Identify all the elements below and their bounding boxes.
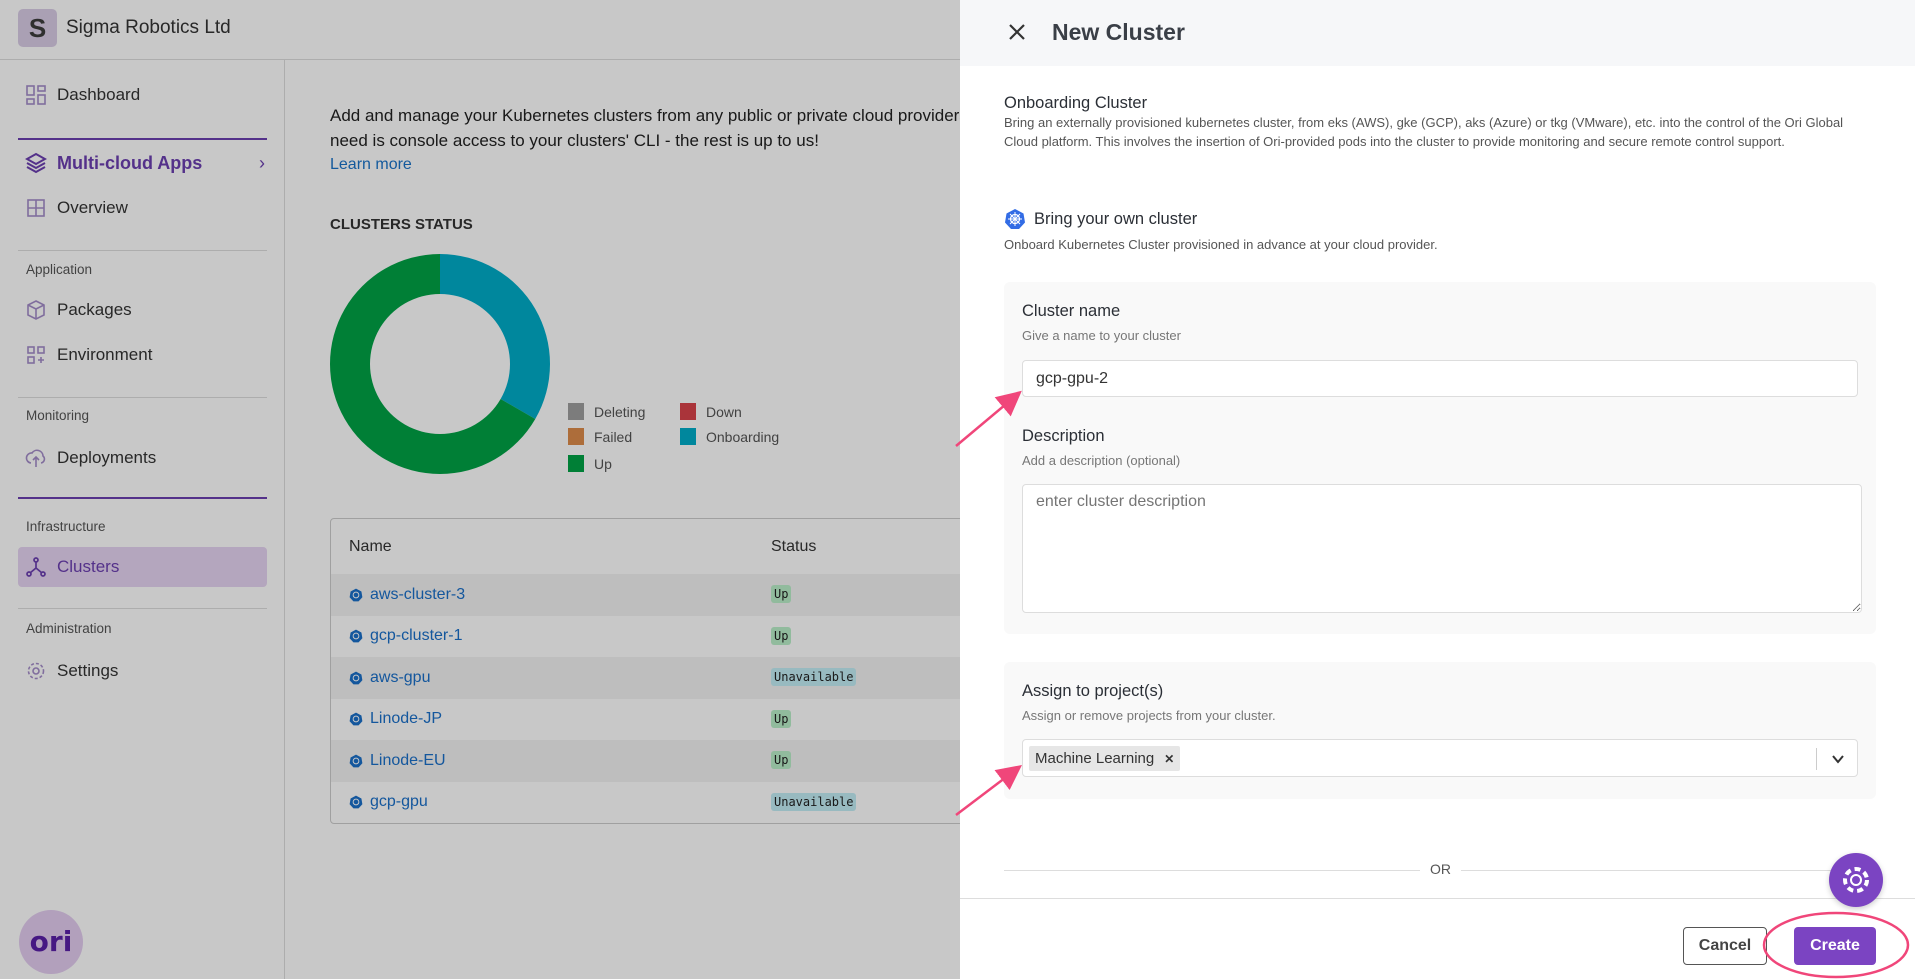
- cluster-details-section: Cluster name Give a name to your cluster…: [1004, 282, 1876, 634]
- description-help: Add a description (optional): [1022, 453, 1181, 468]
- project-tag-label: Machine Learning: [1035, 750, 1155, 767]
- chevron-down-icon[interactable]: [1831, 752, 1845, 766]
- description-label: Description: [1022, 427, 1105, 445]
- new-cluster-panel: New Cluster Onboarding Cluster Bring an …: [960, 0, 1915, 979]
- onboarding-description: Bring an externally provisioned kubernet…: [1004, 115, 1844, 149]
- create-button[interactable]: Create: [1794, 927, 1876, 965]
- or-label: OR: [1420, 861, 1461, 877]
- cluster-name-help: Give a name to your cluster: [1022, 328, 1181, 343]
- byo-description: Onboard Kubernetes Cluster provisioned i…: [1004, 237, 1438, 252]
- panel-title: New Cluster: [1052, 19, 1185, 45]
- projects-help: Assign or remove projects from your clus…: [1022, 708, 1276, 723]
- remove-tag-icon[interactable]: ✕: [1164, 752, 1174, 766]
- close-icon[interactable]: [1004, 19, 1030, 45]
- footer-divider: [960, 898, 1915, 899]
- description-textarea[interactable]: [1022, 484, 1862, 613]
- panel-header: New Cluster: [960, 0, 1915, 66]
- cluster-name-label: Cluster name: [1022, 302, 1121, 320]
- byo-title: Bring your own cluster: [1034, 210, 1198, 228]
- cancel-button[interactable]: Cancel: [1683, 927, 1767, 965]
- kubernetes-icon: [1005, 209, 1025, 229]
- select-separator: [1816, 748, 1817, 770]
- onboarding-title: Onboarding Cluster: [1004, 94, 1148, 112]
- support-button[interactable]: [1829, 853, 1883, 907]
- modal-backdrop[interactable]: [0, 0, 960, 979]
- projects-section: Assign to project(s) Assign or remove pr…: [1004, 662, 1876, 799]
- projects-multiselect[interactable]: Machine Learning ✕: [1022, 739, 1858, 777]
- cluster-name-input[interactable]: gcp-gpu-2: [1022, 360, 1858, 397]
- project-tag: Machine Learning ✕: [1029, 746, 1181, 771]
- projects-label: Assign to project(s): [1022, 682, 1164, 700]
- lifebuoy-icon: [1843, 867, 1869, 893]
